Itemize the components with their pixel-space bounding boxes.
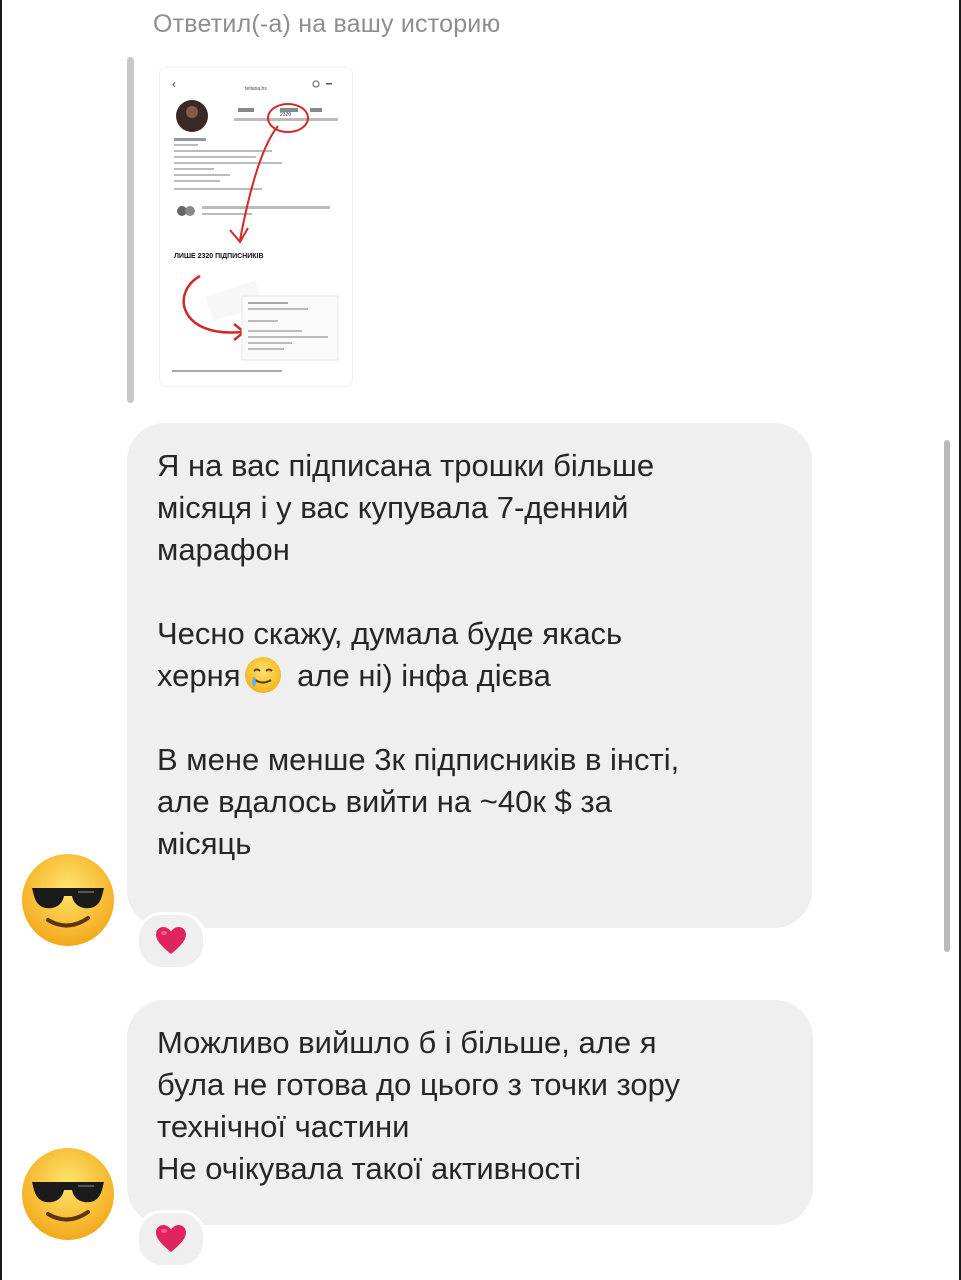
message-bubble[interactable]: Я на вас підписана трошки більше місяця … xyxy=(127,423,812,928)
message-text: В мене менше 3к підписників в інсті, але… xyxy=(157,742,680,861)
heart-icon xyxy=(156,927,186,954)
message-text: Чесно скажу, думала буде якась херня але… xyxy=(157,616,623,693)
svg-text:‹: ‹ xyxy=(172,77,176,91)
message-text: Можливо вийшло б і більше, але я була не… xyxy=(157,1025,681,1186)
sunglasses-emoji-icon[interactable] xyxy=(20,852,116,948)
crying-smile-emoji-icon xyxy=(244,657,281,693)
screenshot-left-border xyxy=(0,0,2,1280)
story-headline: ЛИШЕ 2320 ПІДПИСНИКІВ xyxy=(174,253,264,260)
message-bubble[interactable]: Можливо вийшло б і більше, але я була не… xyxy=(127,1000,813,1225)
heart-icon xyxy=(156,1225,186,1252)
story-thumbnail[interactable]: ‹ tetiana.hs 2320 ЛИШЕ 2320 ПІДПИСНИКІВ xyxy=(160,68,352,386)
scrollbar-thumb[interactable] xyxy=(944,440,950,952)
heart-reaction[interactable] xyxy=(136,1210,206,1268)
message-text: Я на вас підписана трошки більше місяця … xyxy=(157,448,655,567)
story-reply-label: Ответил(-а) на вашу историю xyxy=(153,10,501,38)
reply-quote-bar xyxy=(127,57,134,403)
sunglasses-emoji-icon[interactable] xyxy=(20,1146,116,1242)
story-username: tetiana.hs xyxy=(245,86,267,92)
heart-reaction[interactable] xyxy=(136,912,206,970)
story-followers: 2320 xyxy=(280,112,291,118)
